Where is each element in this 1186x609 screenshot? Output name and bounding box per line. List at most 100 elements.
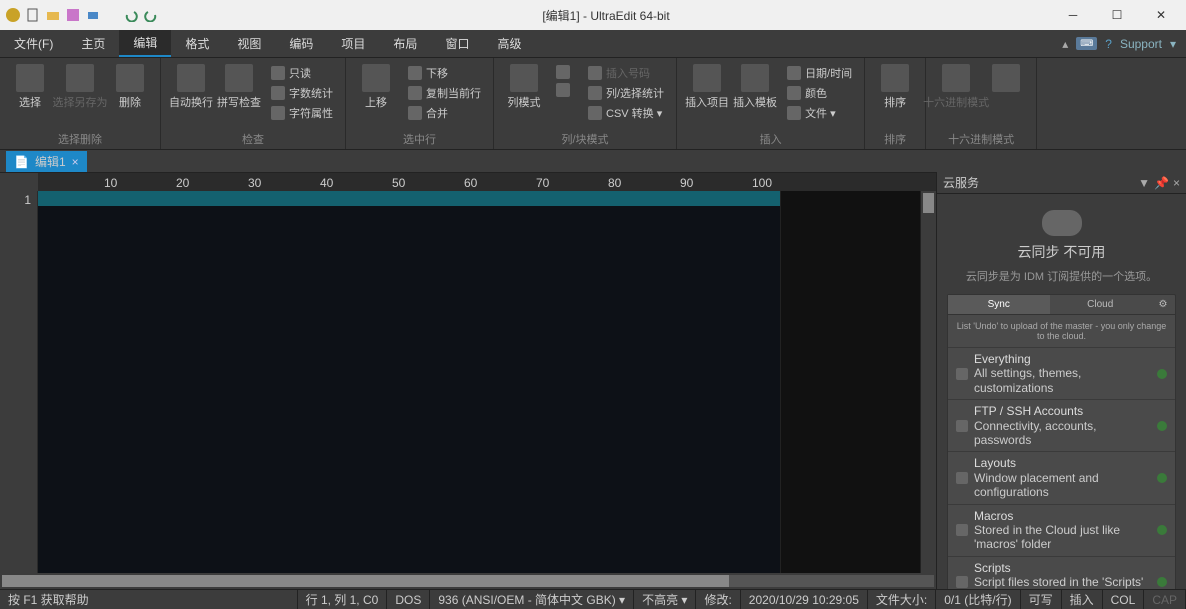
main-area: 102030405060708090100 1 云服务 ▼ 📌 × 云同步 不可… <box>0 172 1186 589</box>
status-modified: 修改: <box>696 590 740 609</box>
line-gutter: 1 <box>0 191 38 573</box>
cloud-item[interactable]: FTP / SSH AccountsConnectivity, accounts… <box>948 399 1175 451</box>
ribbon: 选择选择另存为删除 选择删除 自动换行拼写检查只读字数统计字符属性 检查 上移下… <box>0 58 1186 150</box>
cloud-tab-sync[interactable]: Sync <box>948 295 1050 314</box>
ribbon-btn[interactable]: 拼写检查 <box>215 62 263 112</box>
status-col[interactable]: COL <box>1103 590 1145 609</box>
horizontal-scrollbar[interactable] <box>0 573 936 589</box>
ribbon-btn[interactable]: 十六进制模式 <box>932 62 980 112</box>
cloud-desc: List 'Undo' to upload of the master - yo… <box>948 315 1175 347</box>
menu-3[interactable]: 格式 <box>171 30 223 57</box>
keyboard-icon[interactable]: ⌨ <box>1076 37 1097 50</box>
cloud-tab-cloud[interactable]: Cloud <box>1050 295 1152 314</box>
ribbon-smallbtn[interactable]: 下移 <box>404 64 485 82</box>
menu-1[interactable]: 主页 <box>67 30 119 57</box>
redo-icon[interactable] <box>143 7 159 23</box>
menu-8[interactable]: 窗口 <box>431 30 483 57</box>
ribbon-btn[interactable]: 上移 <box>352 62 400 112</box>
panel-pin-icon[interactable]: 📌 <box>1154 176 1169 190</box>
maximize-button[interactable]: ☐ <box>1097 1 1137 29</box>
support-dropdown-icon[interactable]: ▾ <box>1170 37 1176 51</box>
ribbon-smallbtn[interactable] <box>552 82 578 98</box>
cloud-card: Sync Cloud ⚙ List 'Undo' to upload of th… <box>947 294 1176 589</box>
ribbon-btn[interactable]: 自动换行 <box>167 62 215 112</box>
print-icon[interactable] <box>85 7 101 23</box>
status-readwrite[interactable]: 可写 <box>1021 590 1062 609</box>
app-logo-icon <box>5 7 21 23</box>
cloud-item[interactable]: LayoutsWindow placement and configuratio… <box>948 451 1175 503</box>
ribbon-btn[interactable]: 插入模板 <box>731 62 779 112</box>
ribbon-group-line: 上移下移复制当前行合并 选中行 <box>346 58 494 149</box>
ruler: 102030405060708090100 <box>38 173 936 191</box>
status-date: 2020/10/29 10:29:05 <box>741 590 868 609</box>
status-highlight[interactable]: 不高亮 ▾ <box>634 590 696 609</box>
menu-7[interactable]: 布局 <box>379 30 431 57</box>
ribbon-btn[interactable]: 选择 <box>6 62 54 112</box>
ribbon-group-insert: 插入项目插入模板日期/时间颜色文件 ▾ 插入 <box>677 58 865 149</box>
ribbon-group-hex: 十六进制模式 十六进制模式 <box>926 58 1037 149</box>
ribbon-btn[interactable]: 选择另存为 <box>56 62 104 112</box>
ribbon-group-check: 自动换行拼写检查只读字数统计字符属性 检查 <box>161 58 346 149</box>
cloud-item[interactable]: EverythingAll settings, themes, customiz… <box>948 347 1175 399</box>
status-filesize-label: 文件大小: <box>868 590 936 609</box>
ribbon-smallbtn[interactable]: 颜色 <box>783 84 856 102</box>
text-area[interactable] <box>38 191 780 573</box>
ribbon-smallbtn[interactable]: 文件 ▾ <box>783 104 856 122</box>
ribbon-smallbtn[interactable]: 复制当前行 <box>404 84 485 102</box>
close-button[interactable]: ✕ <box>1141 1 1181 29</box>
menu-5[interactable]: 编码 <box>275 30 327 57</box>
vertical-scrollbar[interactable] <box>920 191 936 573</box>
ribbon-smallbtn[interactable]: 字符属性 <box>267 104 337 122</box>
status-position[interactable]: 行 1, 列 1, C0 <box>298 590 388 609</box>
menu-9[interactable]: 高级 <box>483 30 535 57</box>
ribbon-smallbtn[interactable]: 插入号码 <box>584 64 668 82</box>
file-icon: 📄 <box>14 155 29 169</box>
menu-4[interactable]: 视图 <box>223 30 275 57</box>
menu-2[interactable]: 编辑 <box>119 30 171 57</box>
status-lineending[interactable]: DOS <box>387 590 430 609</box>
menubar: 文件(F)主页编辑格式视图编码项目布局窗口高级 ▴ ⌨ ? Support ▾ <box>0 30 1186 58</box>
save-icon[interactable] <box>65 7 81 23</box>
minimize-button[interactable]: ─ <box>1053 1 1093 29</box>
document-tabstrip: 📄 编辑1 × <box>0 150 1186 172</box>
ribbon-smallbtn[interactable]: 只读 <box>267 64 337 82</box>
current-line-highlight <box>38 191 780 206</box>
status-help: 按 F1 获取帮助 <box>0 590 298 609</box>
ribbon-smallbtn[interactable] <box>552 64 578 80</box>
new-file-icon[interactable] <box>25 7 41 23</box>
tab-close-icon[interactable]: × <box>72 155 79 169</box>
ribbon-btn[interactable]: 列模式 <box>500 62 548 112</box>
status-insert[interactable]: 插入 <box>1062 590 1103 609</box>
ribbon-btn[interactable]: 删除 <box>106 62 154 112</box>
ribbon-smallbtn[interactable]: CSV 转换 ▾ <box>584 104 668 122</box>
document-tab-label: 编辑1 <box>35 153 66 170</box>
panel-menu-icon[interactable]: ▼ <box>1138 176 1150 190</box>
ribbon-btn[interactable]: 排序 <box>871 62 919 112</box>
menu-6[interactable]: 项目 <box>327 30 379 57</box>
titlebar: [编辑1] - UltraEdit 64-bit ─ ☐ ✕ <box>0 0 1186 30</box>
status-ratio: 0/1 (比特/行) <box>936 590 1020 609</box>
ribbon-smallbtn[interactable]: 日期/时间 <box>783 64 856 82</box>
ribbon-smallbtn[interactable]: 列/选择统计 <box>584 84 668 102</box>
cloud-panel: 云服务 ▼ 📌 × 云同步 不可用 云同步是为 IDM 订阅提供的一个选项。 S… <box>936 172 1186 589</box>
cloud-item[interactable]: ScriptsScript files stored in the 'Scrip… <box>948 556 1175 589</box>
menu-0[interactable]: 文件(F) <box>0 30 67 57</box>
cloud-tabs: Sync Cloud ⚙ <box>948 295 1175 315</box>
panel-close-icon[interactable]: × <box>1173 176 1180 190</box>
cloud-settings-icon[interactable]: ⚙ <box>1151 295 1175 314</box>
ribbon-btn[interactable]: 插入项目 <box>683 62 731 112</box>
document-tab[interactable]: 📄 编辑1 × <box>6 151 87 172</box>
cloud-item[interactable]: MacrosStored in the Cloud just like 'mac… <box>948 504 1175 556</box>
ribbon-smallbtn[interactable]: 字数统计 <box>267 84 337 102</box>
ribbon-btn[interactable] <box>982 62 1030 96</box>
ribbon-smallbtn[interactable]: 合并 <box>404 104 485 122</box>
help-icon[interactable]: ? <box>1105 37 1112 51</box>
ribbon-collapse-icon[interactable]: ▴ <box>1062 37 1068 51</box>
status-encoding[interactable]: 936 (ANSI/OEM - 简体中文 GBK) ▾ <box>430 590 634 609</box>
open-folder-icon[interactable] <box>45 7 61 23</box>
support-link[interactable]: Support <box>1120 37 1162 51</box>
minimap[interactable] <box>780 191 920 573</box>
status-bar: 按 F1 获取帮助 行 1, 列 1, C0 DOS 936 (ANSI/OEM… <box>0 589 1186 609</box>
undo-icon[interactable] <box>123 7 139 23</box>
ribbon-group-column: 列模式插入号码列/选择统计CSV 转换 ▾ 列/块模式 <box>494 58 677 149</box>
